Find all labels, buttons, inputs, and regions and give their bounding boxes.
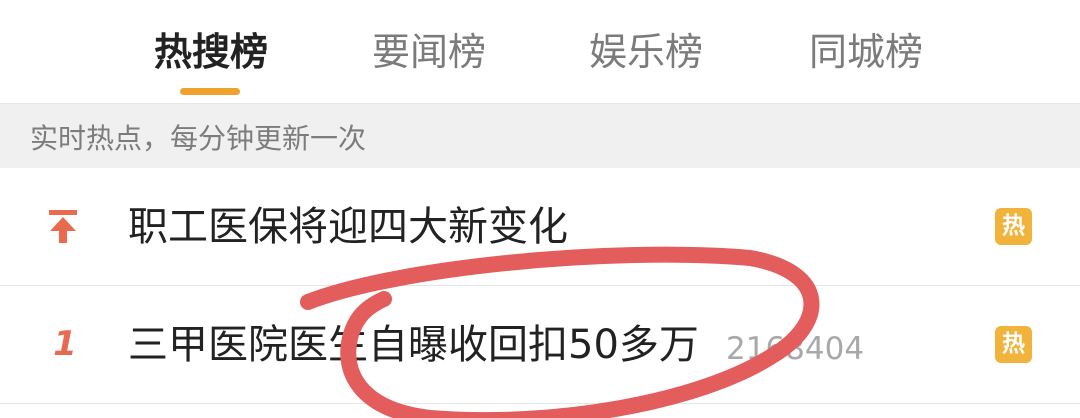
list-item-title[interactable]: 三甲医院医生自曝收回扣50多万: [128, 316, 699, 374]
search-count: 2168404: [726, 331, 865, 367]
tab-news[interactable]: 要闻榜: [370, 22, 488, 82]
tab-hot-search[interactable]: 热搜榜: [152, 22, 270, 82]
list-item-title[interactable]: 职工医保将迎四大新变化: [128, 198, 568, 256]
subheader-bar: 实时热点，每分钟更新一次: [0, 103, 1080, 169]
hot-badge: 热: [995, 208, 1032, 245]
tab-entertainment[interactable]: 娱乐榜: [587, 22, 705, 82]
hot-badge: 热: [995, 326, 1032, 363]
list-item[interactable]: 1 三甲医院医生自曝收回扣50多万 2168404 热: [0, 286, 1080, 404]
pin-top-icon: [49, 210, 77, 243]
list-item[interactable]: 职工医保将迎四大新变化 热: [0, 168, 1080, 286]
subheader-text: 实时热点，每分钟更新一次: [30, 122, 367, 155]
tab-local[interactable]: 同城榜: [807, 22, 925, 82]
active-tab-indicator: [180, 88, 240, 95]
rank-number: 1: [53, 324, 77, 364]
ranking-tabs: 热搜榜 要闻榜 娱乐榜 同城榜: [0, 0, 1080, 103]
